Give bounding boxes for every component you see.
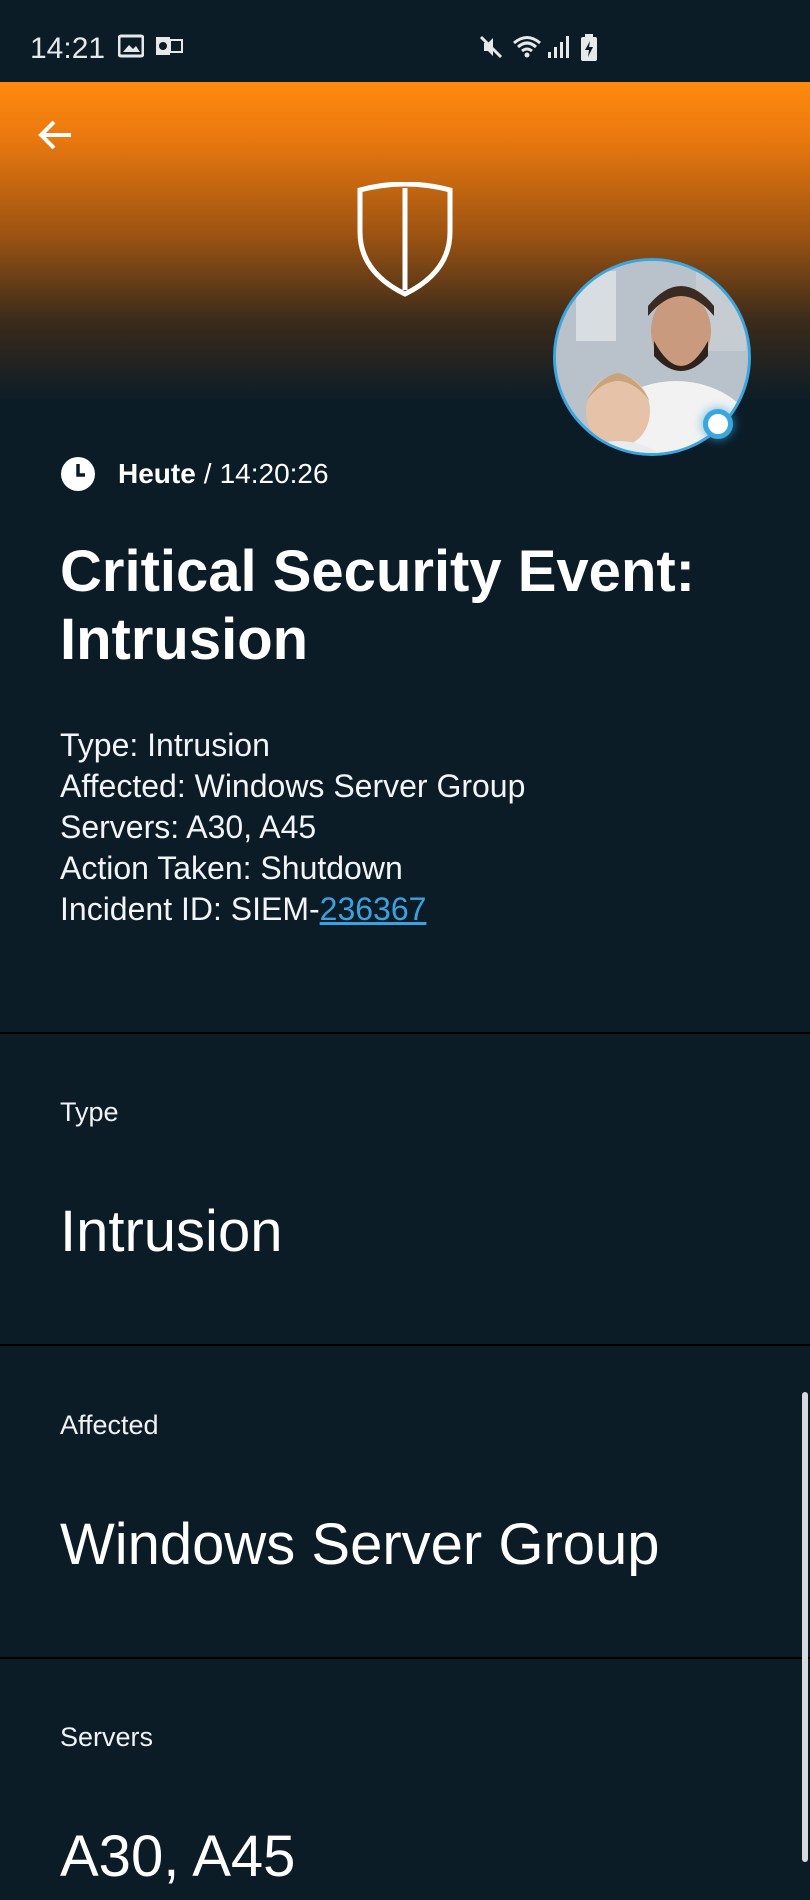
incident-prefix: Incident ID: SIEM- bbox=[60, 891, 320, 927]
outlook-icon bbox=[155, 34, 183, 63]
battery-charging-icon bbox=[580, 34, 598, 67]
mute-icon bbox=[478, 34, 504, 65]
event-timestamp: Heute / 14:20:26 bbox=[60, 455, 329, 493]
divider bbox=[0, 1032, 810, 1034]
time-separator: / bbox=[203, 458, 212, 489]
event-summary: Type: Intrusion Affected: Windows Server… bbox=[60, 725, 760, 930]
summary-action: Action Taken: Shutdown bbox=[60, 850, 403, 886]
arrow-left-icon bbox=[37, 119, 73, 156]
event-title: Critical Security Event: Intrusion bbox=[60, 539, 695, 672]
clock-icon bbox=[60, 456, 96, 492]
field-value-type: Intrusion bbox=[60, 1199, 283, 1264]
summary-incident: Incident ID: SIEM-236367 bbox=[60, 889, 760, 930]
field-label-servers: Servers bbox=[60, 1722, 154, 1752]
summary-servers: Servers: A30, A45 bbox=[60, 809, 317, 845]
divider bbox=[0, 1657, 810, 1659]
divider bbox=[0, 1344, 810, 1346]
wifi-icon bbox=[512, 34, 542, 65]
presence-indicator bbox=[703, 409, 733, 439]
field-label-type: Type bbox=[60, 1097, 119, 1127]
image-icon bbox=[117, 34, 145, 63]
status-bar: 14:21 bbox=[0, 0, 810, 82]
event-time: 14:20:26 bbox=[219, 458, 329, 489]
scrollbar[interactable] bbox=[802, 1392, 808, 1862]
status-time: 14:21 bbox=[30, 32, 106, 65]
summary-affected: Affected: Windows Server Group bbox=[60, 768, 526, 804]
signal-icon bbox=[547, 34, 571, 65]
field-label-affected: Affected bbox=[60, 1410, 159, 1440]
incident-id-link[interactable]: 236367 bbox=[320, 891, 427, 927]
event-day: Heute bbox=[118, 458, 196, 489]
field-value-servers: A30, A45 bbox=[60, 1824, 296, 1889]
shield-icon bbox=[355, 181, 455, 302]
field-value-affected: Windows Server Group bbox=[60, 1512, 660, 1577]
summary-type: Type: Intrusion bbox=[60, 727, 270, 763]
back-button[interactable] bbox=[30, 112, 80, 162]
